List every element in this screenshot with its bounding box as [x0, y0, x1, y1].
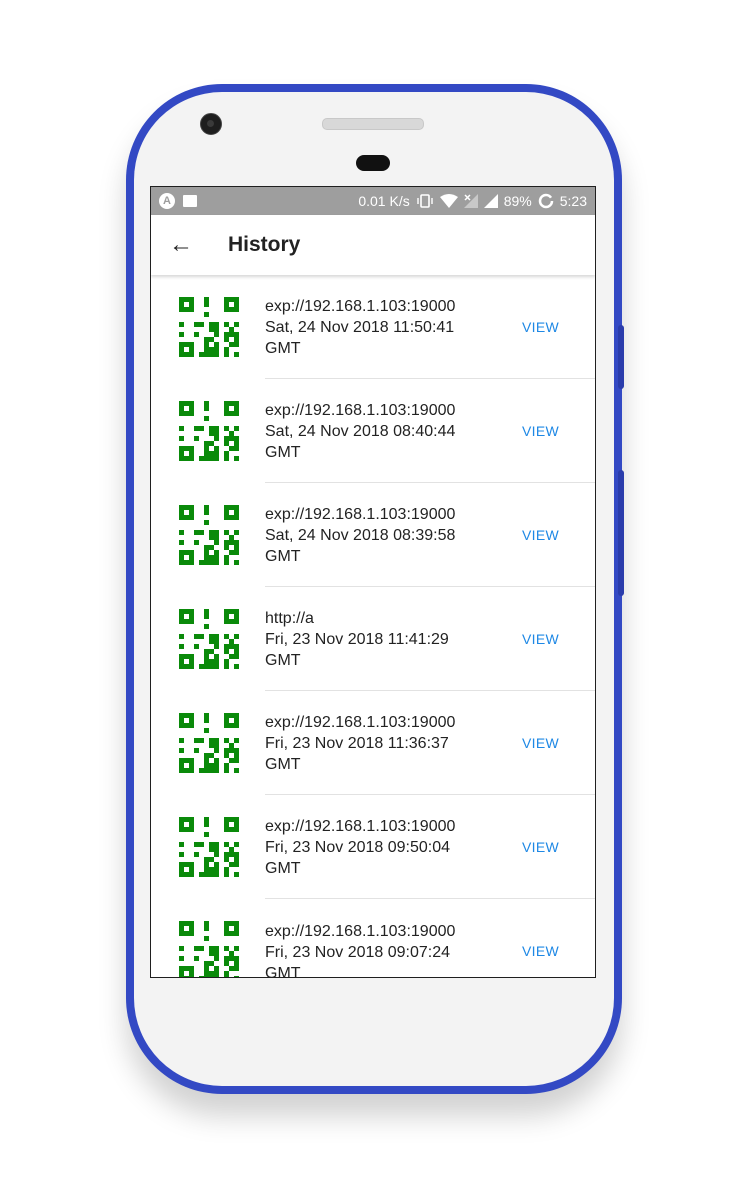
clock: 5:23: [559, 193, 587, 209]
history-item-timezone: GMT: [265, 652, 301, 669]
history-item[interactable]: exp://192.168.1.103:19000 Sat, 24 Nov 20…: [151, 483, 595, 587]
status-bar: A 0.01 K/s 89% 5:23: [151, 187, 595, 215]
view-button[interactable]: VIEW: [522, 527, 559, 543]
history-item-url: exp://192.168.1.103:19000: [265, 818, 456, 835]
wifi-icon: [439, 194, 458, 208]
front-camera: [200, 113, 222, 135]
history-item-url: exp://192.168.1.103:19000: [265, 714, 456, 731]
history-item[interactable]: exp://192.168.1.103:19000 Fri, 23 Nov 20…: [151, 899, 595, 978]
signal-x-icon: [463, 194, 478, 208]
back-arrow-icon[interactable]: ←: [151, 215, 211, 275]
battery-percent: 89%: [503, 193, 532, 209]
vibrate-icon: [417, 194, 433, 208]
network-speed: 0.01 K/s: [358, 193, 410, 209]
history-item-timezone: GMT: [265, 444, 301, 461]
history-item-timezone: GMT: [265, 756, 301, 773]
power-button: [618, 325, 624, 389]
history-item-url: exp://192.168.1.103:19000: [265, 298, 456, 315]
history-item-url: exp://192.168.1.103:19000: [265, 506, 456, 523]
proximity-sensor: [356, 155, 390, 171]
earpiece-speaker: [322, 118, 424, 130]
view-button[interactable]: VIEW: [522, 631, 559, 647]
history-item[interactable]: exp://192.168.1.103:19000 Fri, 23 Nov 20…: [151, 691, 595, 795]
view-button[interactable]: VIEW: [522, 735, 559, 751]
history-list: exp://192.168.1.103:19000 Sat, 24 Nov 20…: [151, 275, 595, 978]
battery-charging-icon: [538, 193, 553, 209]
qr-code-icon: [179, 817, 239, 877]
qr-code-icon: [179, 297, 239, 357]
history-item-text: exp://192.168.1.103:19000 Fri, 23 Nov 20…: [265, 899, 595, 978]
history-item-timezone: GMT: [265, 340, 301, 357]
history-item[interactable]: exp://192.168.1.103:19000 Fri, 23 Nov 20…: [151, 795, 595, 899]
qr-code-icon: [179, 609, 239, 669]
history-item-url: exp://192.168.1.103:19000: [265, 922, 456, 940]
view-button[interactable]: VIEW: [522, 839, 559, 855]
qr-code-icon: [179, 921, 239, 977]
qr-code-icon: [179, 713, 239, 773]
phone-screen: A 0.01 K/s 89% 5:23 ← History exp://192.…: [150, 186, 596, 978]
image-notification-icon: [183, 195, 197, 207]
qr-code-icon: [179, 505, 239, 565]
signal-icon: [483, 194, 498, 208]
page-title: History: [228, 233, 301, 256]
view-button[interactable]: VIEW: [522, 319, 559, 335]
view-button[interactable]: VIEW: [522, 423, 559, 439]
history-item-timezone: GMT: [265, 860, 301, 877]
volume-button: [618, 470, 624, 596]
history-item-url: exp://192.168.1.103:19000: [265, 402, 456, 419]
history-item[interactable]: exp://192.168.1.103:19000 Sat, 24 Nov 20…: [151, 275, 595, 379]
qr-code-icon: [179, 401, 239, 461]
history-item[interactable]: http://a Fri, 23 Nov 2018 11:41:29 GMT V…: [151, 587, 595, 691]
history-item[interactable]: exp://192.168.1.103:19000 Sat, 24 Nov 20…: [151, 379, 595, 483]
app-notification-icon: A: [159, 193, 175, 209]
app-bar: ← History: [151, 215, 595, 275]
history-item-timezone: GMT: [265, 964, 301, 978]
history-item-timezone: GMT: [265, 548, 301, 565]
history-item-url: http://a: [265, 610, 314, 627]
view-button[interactable]: VIEW: [522, 943, 559, 959]
